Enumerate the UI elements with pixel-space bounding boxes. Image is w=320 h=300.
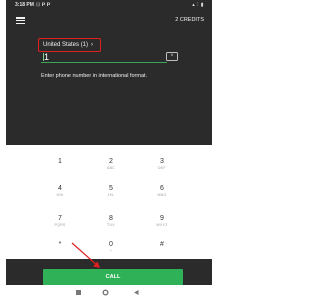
key-digit: 0 xyxy=(109,241,113,248)
phone-number-input[interactable] xyxy=(44,52,172,62)
key-star[interactable]: * xyxy=(45,241,75,261)
key-letters: + xyxy=(109,249,113,253)
input-underline xyxy=(41,62,167,64)
status-right-icons: ▴ ⫶ ▮ xyxy=(192,2,204,8)
key-digit: * xyxy=(58,241,62,248)
key-letters: MNO xyxy=(157,193,167,197)
key-digit: 9 xyxy=(160,215,164,222)
status-bar: 3:18 PM ⊡ 𝗣 𝗣 ▴ ⫶ ▮ xyxy=(6,0,212,10)
phone-screen: 3:18 PM ⊡ 𝗣 𝗣 ▴ ⫶ ▮ 2 CREDITS United Sta… xyxy=(6,0,212,300)
format-hint: Enter phone number in international form… xyxy=(41,73,148,79)
country-label: United States (1) xyxy=(43,42,89,48)
notification-icons: ⊡ 𝗣 𝗣 xyxy=(36,2,51,8)
key-digit: 3 xyxy=(160,158,164,165)
key-8[interactable]: 8 TUV xyxy=(96,215,126,235)
key-letters: PQRS xyxy=(54,223,66,227)
key-letters: DEF xyxy=(158,166,166,170)
key-3[interactable]: 3 DEF xyxy=(147,158,177,178)
key-digit: 1 xyxy=(58,158,62,165)
key-digit: 6 xyxy=(160,185,164,192)
hamburger-menu-icon[interactable] xyxy=(16,17,25,25)
key-digit: # xyxy=(160,241,164,248)
key-4[interactable]: 4 GHI xyxy=(45,185,75,205)
key-hash[interactable]: # xyxy=(147,241,177,261)
status-time: 3:18 PM xyxy=(15,2,34,8)
key-digit: 8 xyxy=(109,215,113,222)
chevron-right-icon: › xyxy=(91,42,94,48)
key-7[interactable]: 7 PQRS xyxy=(45,215,75,235)
key-digit: 4 xyxy=(58,185,62,192)
key-letters: GHI xyxy=(56,193,64,197)
call-button[interactable]: CALL xyxy=(43,269,183,285)
square-recents-icon[interactable] xyxy=(75,289,82,296)
key-letters: JKL xyxy=(107,193,115,197)
key-digit: 2 xyxy=(109,158,113,165)
country-selector[interactable]: United States (1) › xyxy=(38,38,101,52)
key-0[interactable]: 0 + xyxy=(96,241,126,261)
circle-home-icon[interactable] xyxy=(102,289,109,296)
navigation-bar xyxy=(6,285,212,300)
key-1[interactable]: 1 xyxy=(45,158,75,178)
triangle-back-icon[interactable] xyxy=(133,289,140,296)
key-letters: TUV xyxy=(107,223,115,227)
key-digit: 5 xyxy=(109,185,113,192)
dial-keypad: 1 2 ABC 3 DEF 4 GHI 5 JKL 6 MNO 7 PQRS 8 xyxy=(6,145,212,259)
key-5[interactable]: 5 JKL xyxy=(96,185,126,205)
key-digit: 7 xyxy=(58,215,62,222)
key-2[interactable]: 2 ABC xyxy=(96,158,126,178)
backspace-icon[interactable]: × xyxy=(166,52,178,61)
app-bar: 2 CREDITS xyxy=(6,10,212,32)
key-6[interactable]: 6 MNO xyxy=(147,185,177,205)
credits-label: 2 CREDITS xyxy=(175,17,204,23)
key-9[interactable]: 9 WXYZ xyxy=(147,215,177,235)
key-letters: WXYZ xyxy=(156,223,168,227)
key-letters: ABC xyxy=(106,166,116,170)
